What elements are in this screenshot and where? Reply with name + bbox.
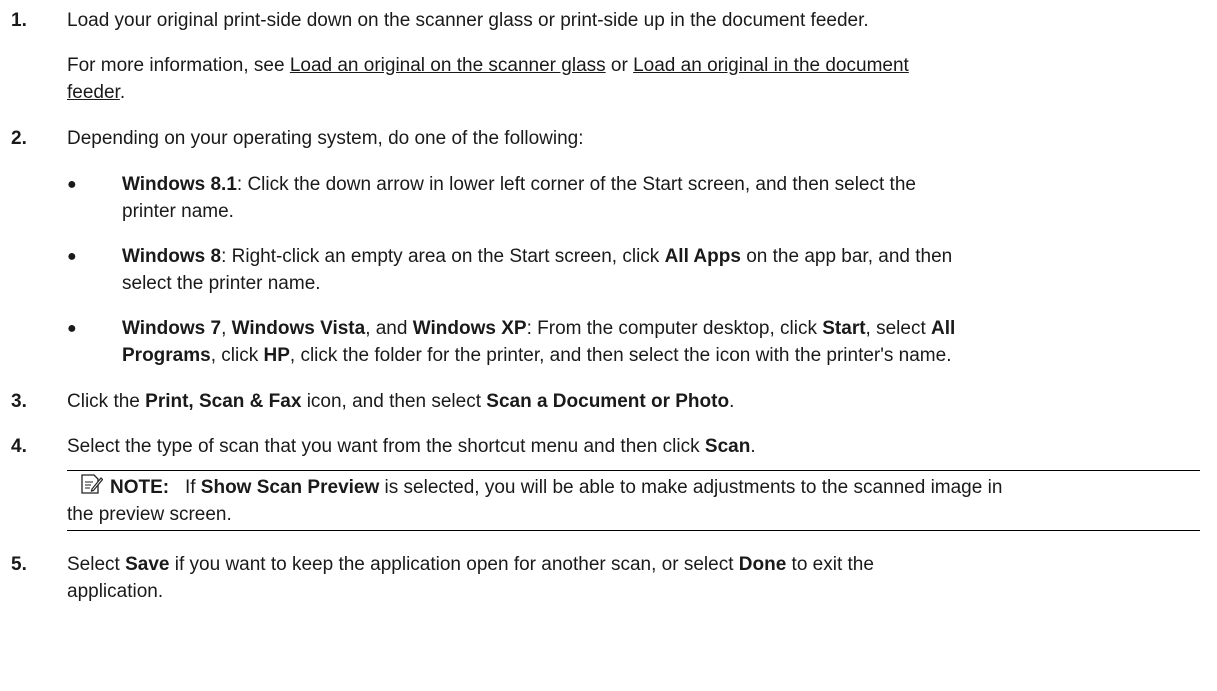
- document-page: 1. Load your original print-side down on…: [0, 0, 1217, 691]
- bullet-text: Windows 8.1: Click the down arrow in low…: [122, 174, 916, 222]
- step-text: Select Save if you want to keep the appl…: [67, 554, 874, 602]
- step-text: Click the Print, Scan & Fax icon, and th…: [67, 391, 735, 412]
- step-number: 3.: [11, 391, 27, 412]
- bullet-text: Windows 8: Right-click an empty area on …: [122, 246, 953, 294]
- step-text: Depending on your operating system, do o…: [67, 128, 584, 149]
- step-number: 2.: [11, 128, 27, 149]
- bullet-icon: ●: [67, 248, 77, 265]
- note-text: NOTE: If Show Scan Preview is selected, …: [67, 477, 1003, 525]
- note-box: NOTE: If Show Scan Preview is selected, …: [67, 470, 1200, 531]
- step-text: Load your original print-side down on th…: [67, 10, 869, 31]
- note-label: NOTE:: [110, 477, 170, 498]
- step-text: Select the type of scan that you want fr…: [67, 436, 756, 457]
- bullet-icon: ●: [67, 176, 77, 193]
- link-scanner-glass[interactable]: Load an original on the scanner glass: [290, 55, 606, 76]
- step-number: 5.: [11, 554, 27, 575]
- step-number: 1.: [11, 10, 27, 31]
- bullet-icon: ●: [67, 320, 77, 337]
- step-number: 4.: [11, 436, 27, 457]
- bullet-text: Windows 7, Windows Vista, and Windows XP…: [122, 318, 956, 366]
